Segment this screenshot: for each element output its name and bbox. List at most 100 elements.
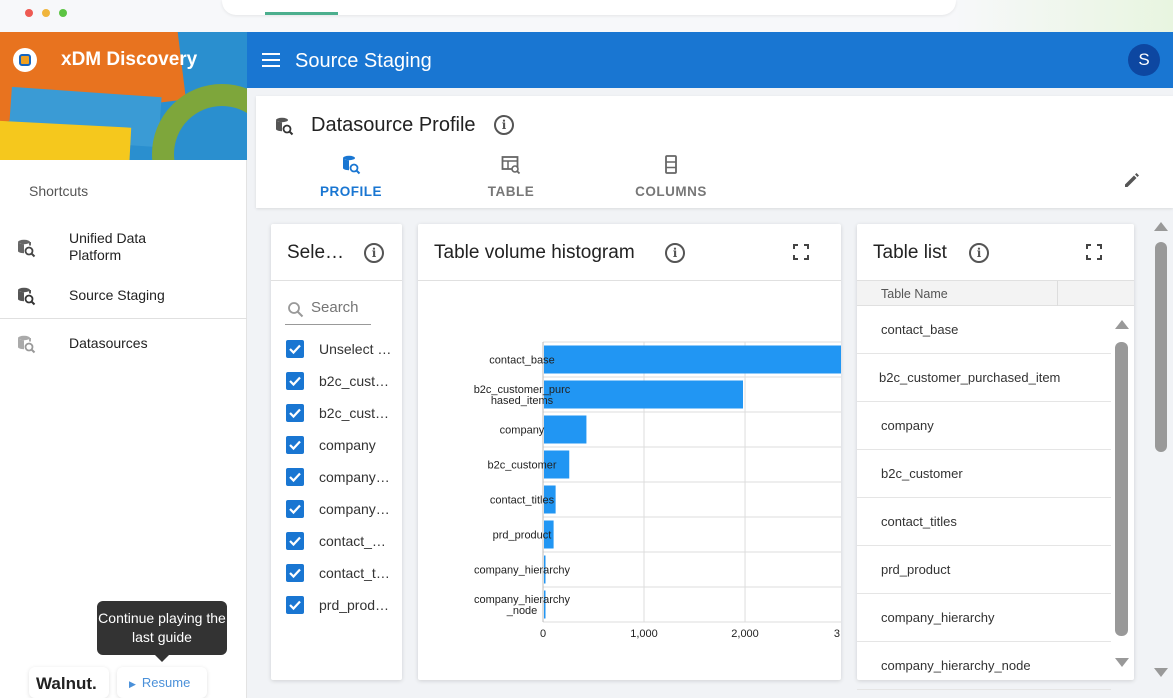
tab-columns[interactable]: COLUMNS	[611, 154, 731, 199]
brand-banner: xDM Discovery	[0, 32, 247, 160]
table-row[interactable]: company_hierarchy	[857, 594, 1111, 642]
checkbox-label: company…	[319, 501, 390, 517]
x-tick-label: 3	[834, 628, 840, 640]
browser-toolbar	[0, 0, 1173, 32]
table-row[interactable]: contact_base	[857, 306, 1111, 354]
info-icon[interactable]: i	[494, 115, 514, 135]
table-row[interactable]: company_hierarchy_node	[857, 642, 1111, 690]
database-search-icon	[18, 287, 36, 306]
checkbox-label: contact_t…	[319, 565, 390, 581]
checkbox-label: Unselect …	[319, 341, 392, 357]
table-name-cell: company	[881, 418, 934, 433]
page-scroll-up-arrow[interactable]	[1154, 222, 1168, 231]
loading-indicator	[265, 12, 338, 15]
table-name-cell: company_hierarchy	[881, 610, 995, 625]
x-tick-label: 2,000	[731, 628, 759, 640]
table-name-cell: b2c_customer_purchased_item	[879, 370, 1061, 385]
info-icon[interactable]: i	[969, 243, 989, 263]
panel-title: Table volume histogram	[434, 242, 635, 263]
table-name-cell: b2c_customer	[881, 466, 963, 481]
checkbox[interactable]	[286, 468, 304, 486]
checkbox[interactable]	[286, 564, 304, 582]
table-search-icon	[501, 156, 521, 175]
checkbox[interactable]	[286, 436, 304, 454]
brand-title: xDM Discovery	[61, 49, 198, 70]
column-header-table-name[interactable]: Table Name	[881, 287, 948, 301]
bar[interactable]	[544, 415, 587, 444]
y-tick-label: _node	[506, 605, 538, 617]
checkmark-icon	[289, 408, 301, 419]
checkbox-label: company	[319, 437, 376, 453]
panel-divider	[271, 280, 402, 281]
checkbox[interactable]	[286, 404, 304, 422]
close-window-dot[interactable]	[25, 9, 33, 17]
table-name-cell: contact_titles	[881, 514, 957, 529]
table-header: Table Name	[857, 281, 1134, 306]
table-row[interactable]: b2c_customer	[857, 450, 1111, 498]
y-tick-label: prd_product	[493, 530, 552, 542]
table-row[interactable]: prd_product	[857, 546, 1111, 594]
fullscreen-icon[interactable]	[793, 244, 809, 260]
x-tick-label: 0	[540, 628, 546, 640]
checkbox[interactable]	[286, 340, 304, 358]
checkbox-label: b2c_cust…	[319, 373, 390, 389]
app-logo-icon	[13, 48, 37, 72]
table-name-cell: contact_base	[881, 322, 959, 337]
resume-guide-button[interactable]: ▶ Resume	[117, 667, 207, 698]
table-row[interactable]: company	[857, 402, 1111, 450]
resume-label: Resume	[141, 675, 191, 690]
sidebar-item-datasources[interactable]: Datasources	[0, 332, 247, 356]
checkmark-icon	[289, 536, 301, 547]
sidebar: xDM Discovery Shortcuts Unified Data Pla…	[0, 32, 247, 698]
shortcuts-heading: Shortcuts	[29, 183, 89, 199]
minimize-window-dot[interactable]	[42, 9, 50, 17]
tab-label: TABLE	[487, 184, 535, 199]
info-icon[interactable]: i	[665, 243, 685, 263]
sidebar-divider	[0, 318, 247, 319]
table-row[interactable]: contact_titles	[857, 498, 1111, 546]
checkmark-icon	[289, 504, 301, 515]
search-input[interactable]	[311, 299, 371, 316]
table-list-scrollbar[interactable]	[1115, 342, 1128, 636]
edit-icon[interactable]	[1122, 170, 1142, 190]
info-icon[interactable]: i	[364, 243, 384, 263]
play-icon: ▶	[129, 679, 136, 689]
y-tick-label: contact_titles	[490, 495, 555, 507]
menu-icon[interactable]	[262, 53, 280, 67]
y-tick-label: hased_items	[491, 395, 554, 407]
bar[interactable]	[544, 380, 744, 409]
panel-title: Sele…	[287, 242, 345, 263]
search-icon	[288, 302, 304, 318]
maximize-window-dot[interactable]	[59, 9, 67, 17]
tab-profile[interactable]: PROFILE	[291, 154, 411, 199]
table-row[interactable]: b2c_customer_purchased_item	[857, 354, 1111, 402]
walnut-logo[interactable]: Walnut.	[29, 667, 109, 698]
checkbox[interactable]	[286, 372, 304, 390]
database-search-icon	[18, 335, 36, 354]
y-tick-label: company_hierarchy	[474, 565, 570, 577]
fullscreen-icon[interactable]	[1086, 244, 1102, 260]
section-title: Datasource Profile	[311, 114, 476, 136]
checkmark-icon	[289, 376, 301, 387]
checkbox[interactable]	[286, 532, 304, 550]
columns-icon	[665, 155, 677, 174]
checkbox-label: b2c_cust…	[319, 405, 390, 421]
page-scrollbar[interactable]	[1155, 242, 1167, 452]
checkmark-icon	[289, 600, 301, 611]
sidebar-item-unified-data-platform[interactable]: Unified Data Platform	[0, 228, 247, 268]
checkmark-icon	[289, 568, 301, 579]
sidebar-item-source-staging[interactable]: Source Staging	[0, 284, 247, 308]
database-search-icon	[276, 117, 294, 136]
y-tick-label: b2c_customer	[487, 460, 556, 472]
tab-label: PROFILE	[319, 184, 382, 199]
scroll-down-arrow[interactable]	[1115, 658, 1129, 667]
bar[interactable]	[544, 345, 841, 374]
volume-histogram-chart: contact_baseb2c_customer_purchased_items…	[474, 341, 841, 640]
scroll-up-arrow[interactable]	[1115, 320, 1129, 329]
tab-table[interactable]: TABLE	[451, 154, 571, 199]
page-scroll-down-arrow[interactable]	[1154, 668, 1168, 677]
user-avatar[interactable]: S	[1128, 44, 1160, 76]
checkbox[interactable]	[286, 500, 304, 518]
checkbox[interactable]	[286, 596, 304, 614]
y-tick-label: contact_base	[489, 355, 554, 367]
